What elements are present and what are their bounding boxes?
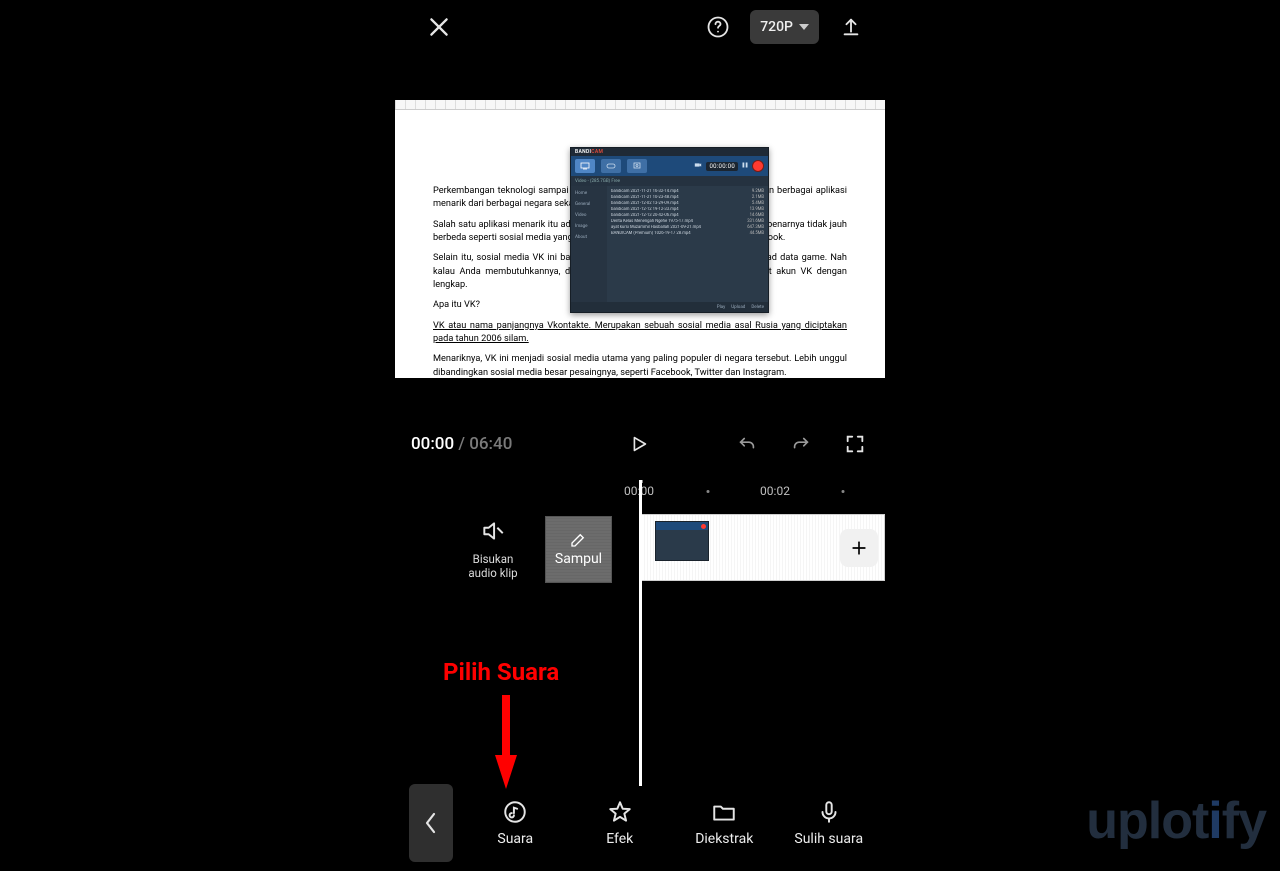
- edit-icon: [569, 531, 587, 549]
- tool-efek[interactable]: Efek: [572, 799, 668, 847]
- timeline-tick: 00:02: [760, 484, 790, 498]
- playback-bar: 00:00 / 06:40: [395, 426, 885, 462]
- tool-label: Suara: [497, 831, 533, 847]
- resolution-label: 720P: [760, 19, 793, 35]
- tool-suara[interactable]: Suara: [467, 799, 563, 847]
- cover-label: Sampul: [555, 551, 602, 567]
- annotation-arrow-icon: [495, 695, 517, 789]
- help-icon[interactable]: [704, 13, 732, 41]
- chevron-left-icon: [423, 810, 439, 836]
- bandicam-footer: Play Upload Delete: [571, 302, 768, 312]
- mute-audio-button[interactable]: Bisukan audio klip: [453, 518, 533, 581]
- video-clip[interactable]: [640, 514, 885, 581]
- mute-label-line2: audio klip: [468, 566, 517, 580]
- timeline-tick-dot: [842, 490, 845, 493]
- timecode: 00:00 / 06:40: [411, 434, 512, 454]
- playhead[interactable]: [639, 480, 642, 786]
- bandicam-tab-game-icon: [601, 159, 621, 173]
- video-editor-app: 720P Perkembangan teknologi sampai saat …: [395, 0, 885, 871]
- tool-label: Efek: [606, 831, 633, 847]
- top-bar: 720P: [395, 0, 885, 54]
- annotation-text: Pilih Suara: [443, 658, 559, 686]
- add-clip-button[interactable]: [840, 529, 878, 567]
- bandicam-tab-screen-icon: [575, 159, 595, 173]
- time-total: 06:40: [469, 434, 512, 454]
- bandicam-timer: 00:00:00: [706, 162, 738, 171]
- bandicam-subbar: Video - (285.7GB) Free: [571, 176, 768, 186]
- bandicam-toolbar: 00:00:00: [571, 156, 768, 176]
- chevron-down-icon: [799, 24, 809, 30]
- mute-label-line1: Bisukan: [473, 552, 514, 566]
- play-button[interactable]: [625, 430, 653, 458]
- star-icon: [607, 799, 633, 825]
- bandicam-file-list: bandicam 2021-11-21 16-32-14.mp49.2MB ba…: [607, 186, 768, 302]
- mic-icon: [816, 799, 842, 825]
- speaker-icon: [480, 518, 506, 544]
- music-note-icon: [502, 799, 528, 825]
- tool-label: Diekstrak: [695, 831, 753, 847]
- bandicam-camera-icon: [694, 161, 702, 171]
- undo-button[interactable]: [733, 430, 761, 458]
- timeline-tick-dot: [707, 490, 710, 493]
- bandicam-pause-icon: [742, 162, 748, 170]
- export-icon[interactable]: [837, 13, 865, 41]
- bottom-toolbar: Suara Efek Diekstrak: [395, 783, 885, 863]
- document-ruler: [395, 100, 885, 110]
- folder-icon: [711, 799, 737, 825]
- tool-label: Sulih suara: [794, 831, 863, 847]
- redo-button[interactable]: [787, 430, 815, 458]
- tool-diekstrak[interactable]: Diekstrak: [676, 799, 772, 847]
- time-current: 00:00: [411, 434, 454, 454]
- tool-sulih-suara[interactable]: Sulih suara: [781, 799, 877, 847]
- timeline[interactable]: 00:00 00:02 Bisukan audio klip: [395, 480, 885, 786]
- video-preview[interactable]: Perkembangan teknologi sampai saat ini t…: [395, 100, 885, 378]
- plus-icon: [849, 538, 869, 558]
- bandicam-window: BANDICAM 00:00:00: [570, 147, 769, 313]
- close-icon[interactable]: [425, 13, 453, 41]
- bandicam-tab-device-icon: [627, 159, 647, 173]
- bandicam-record-button-icon: [752, 160, 764, 172]
- bandicam-sidebar: Home General Video Image About: [571, 186, 607, 302]
- cover-thumbnail[interactable]: Sampul: [545, 516, 612, 583]
- fullscreen-button[interactable]: [841, 430, 869, 458]
- back-button[interactable]: [409, 784, 453, 862]
- resolution-selector[interactable]: 720P: [750, 10, 819, 44]
- clip-thumbnail: [655, 521, 709, 561]
- watermark: uplotify: [1086, 791, 1266, 851]
- bandicam-titlebar: BANDICAM: [571, 148, 768, 156]
